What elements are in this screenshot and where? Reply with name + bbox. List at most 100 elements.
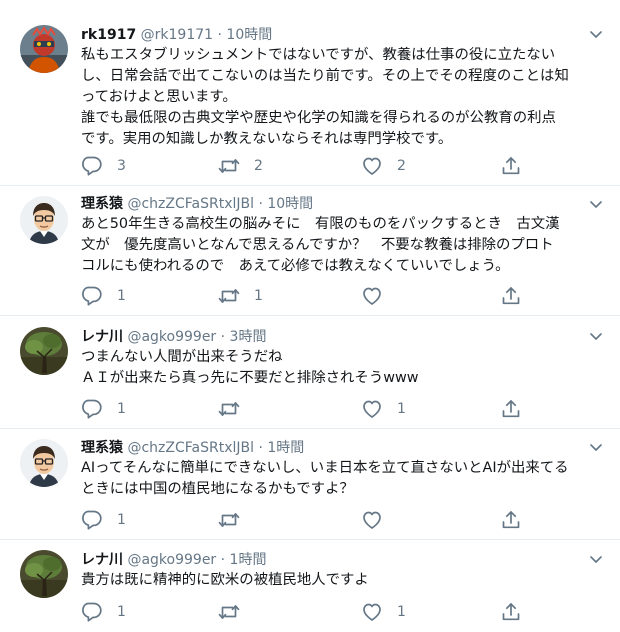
tweet-text-line: 文が 優先度高いとなんで思えるんですか？ 不要な教養は排除のプロト xyxy=(81,237,554,253)
like-count: 2 xyxy=(397,158,406,174)
reply-button[interactable]: 1 xyxy=(81,601,126,623)
share-button[interactable] xyxy=(500,155,522,177)
reply-count: 1 xyxy=(117,288,126,304)
separator-dot: · xyxy=(220,552,226,568)
separator-dot: · xyxy=(217,27,222,43)
like-count: 1 xyxy=(397,604,406,620)
reply-count: 1 xyxy=(117,401,126,417)
timestamp[interactable]: 1時間 xyxy=(267,440,304,456)
tweet-5[interactable]: レナ川 @agko999er · 1時間 貴方は既に精神的に欧米の被植民地人です… xyxy=(0,540,620,632)
avatar[interactable] xyxy=(20,196,68,244)
chevron-down-icon[interactable] xyxy=(586,24,606,44)
reply-icon xyxy=(82,510,102,530)
retweet-icon xyxy=(218,159,240,173)
reply-count: 1 xyxy=(117,604,126,620)
tweet-text-line: コルにも使われるので あえて必修では教えなくていいでしょう。 xyxy=(81,258,510,274)
reply-icon xyxy=(82,156,102,176)
retweet-button[interactable]: 1 xyxy=(218,285,263,307)
reply-button[interactable]: 1 xyxy=(81,398,126,420)
separator-dot: · xyxy=(258,196,263,212)
author-name[interactable]: rk1917 xyxy=(81,27,136,43)
author-name[interactable]: レナ川 xyxy=(81,329,123,345)
tweet-text-line: です。実用の知識しか教えないならそれは専門学校です。 xyxy=(81,131,453,147)
reply-button[interactable]: 1 xyxy=(81,509,126,531)
reply-count: 3 xyxy=(117,158,126,174)
tweet-header: 理系猿 @chzZCFaSRtxlJBl · 1時間 xyxy=(81,438,304,458)
tweet-4[interactable]: 理系猿 @chzZCFaSRtxlJBl · 1時間 AIってそんなに簡単にでき… xyxy=(0,429,620,540)
author-handle[interactable]: @agko999er xyxy=(127,552,216,568)
timestamp[interactable]: 10時間 xyxy=(226,27,272,43)
reply-count: 1 xyxy=(117,512,126,528)
timestamp[interactable]: 10時間 xyxy=(267,196,313,212)
tweet-header: rk1917 @rk19171 · 10時間 xyxy=(81,25,272,45)
share-icon xyxy=(502,511,520,529)
tweet-text-line: ときには中国の植民地になるかもですよ？ xyxy=(81,481,354,497)
tweet-header: 理系猿 @chzZCFaSRtxlJBl · 10時間 xyxy=(81,194,313,214)
share-button[interactable] xyxy=(500,285,522,307)
tweet-1[interactable]: rk1917 @rk19171 · 10時間 私もエスタブリッシュメントではない… xyxy=(0,0,620,186)
retweet-icon xyxy=(218,513,240,527)
share-button[interactable] xyxy=(500,601,522,623)
like-button[interactable] xyxy=(361,285,397,307)
like-button[interactable]: 2 xyxy=(361,155,406,177)
tweet-text-line: AIってそんなに簡単にできないし、いま日本を立て直さないとAIが出来てる xyxy=(81,460,569,476)
retweet-button[interactable] xyxy=(218,601,254,623)
like-button[interactable] xyxy=(361,509,397,531)
avatar[interactable] xyxy=(20,25,68,73)
retweet-count: 1 xyxy=(254,288,263,304)
tweet-header: レナ川 @agko999er · 3時間 xyxy=(81,327,266,347)
heart-icon xyxy=(363,400,381,418)
author-handle[interactable]: @agko999er xyxy=(127,329,216,345)
tweet-actions: 1 1 xyxy=(81,398,521,420)
like-button[interactable]: 1 xyxy=(361,398,406,420)
tweet-text-line: つまんない人間が出来そうだね xyxy=(81,349,283,365)
tweet-text: AIってそんなに簡単にできないし、いま日本を立て直さないとAIが出来てる ときに… xyxy=(81,458,601,500)
timestamp[interactable]: 1時間 xyxy=(230,552,267,568)
tweet-actions: 3 2 2 xyxy=(81,155,521,177)
heart-icon xyxy=(363,511,381,529)
timestamp[interactable]: 3時間 xyxy=(230,329,267,345)
avatar[interactable] xyxy=(20,327,68,375)
author-handle[interactable]: @rk19171 xyxy=(141,27,213,43)
tweet-text: あと50年生きる高校生の脳みそに 有限のものをパックするとき 古文漢 文が 優先… xyxy=(81,214,601,277)
share-button[interactable] xyxy=(500,398,522,420)
tweet-text-line: 誰でも最低限の古典文学や歴史や化学の知識を得られるのが公教育の利点 xyxy=(81,110,556,126)
author-name[interactable]: レナ川 xyxy=(81,552,123,568)
reply-icon xyxy=(82,399,102,419)
tweet-text-line: し、日常会話で出てこないのは当たり前です。その上でその程度のことは知 xyxy=(81,68,569,84)
tweet-header: レナ川 @agko999er · 1時間 xyxy=(81,550,266,570)
chevron-down-icon[interactable] xyxy=(586,194,606,214)
retweet-button[interactable] xyxy=(218,398,254,420)
retweet-button[interactable]: 2 xyxy=(218,155,263,177)
reply-icon xyxy=(82,602,102,622)
heart-icon xyxy=(363,157,381,175)
avatar[interactable] xyxy=(20,439,68,487)
tweet-text-line: あと50年生きる高校生の脳みそに 有限のものをパックするとき 古文漢 xyxy=(81,216,560,232)
chevron-down-icon[interactable] xyxy=(586,437,606,457)
reply-button[interactable]: 3 xyxy=(81,155,126,177)
tweet-actions: 1 xyxy=(81,509,521,531)
author-handle[interactable]: @chzZCFaSRtxlJBl xyxy=(127,440,254,456)
separator-dot: · xyxy=(258,440,263,456)
tweet-text-line: ＡＩが出来たら真っ先に不要だと排除されそうwww xyxy=(81,370,419,386)
tweet-2[interactable]: 理系猿 @chzZCFaSRtxlJBl · 10時間 あと50年生きる高校生の… xyxy=(0,186,620,316)
tweet-3[interactable]: レナ川 @agko999er · 3時間 つまんない人間が出来そうだね ＡＩが出… xyxy=(0,316,620,429)
heart-icon xyxy=(363,287,381,305)
share-button[interactable] xyxy=(500,509,522,531)
tweet-text-line: 私もエスタブリッシュメントではないですが、教養は仕事の役に立たない xyxy=(81,47,556,63)
retweet-count: 2 xyxy=(254,158,263,174)
avatar[interactable] xyxy=(20,550,68,598)
chevron-down-icon[interactable] xyxy=(586,549,606,569)
reply-button[interactable]: 1 xyxy=(81,285,126,307)
separator-dot: · xyxy=(220,329,226,345)
chevron-down-icon[interactable] xyxy=(586,326,606,346)
author-handle[interactable]: @chzZCFaSRtxlJBl xyxy=(127,196,254,212)
author-name[interactable]: 理系猿 xyxy=(81,196,123,212)
share-icon xyxy=(502,287,520,305)
tweet-text: つまんない人間が出来そうだね ＡＩが出来たら真っ先に不要だと排除されそうwww xyxy=(81,347,601,389)
author-name[interactable]: 理系猿 xyxy=(81,440,123,456)
retweet-button[interactable] xyxy=(218,509,254,531)
tweet-text-line: っておけよと思います。 xyxy=(81,89,237,105)
share-icon xyxy=(502,603,520,621)
like-button[interactable]: 1 xyxy=(361,601,406,623)
